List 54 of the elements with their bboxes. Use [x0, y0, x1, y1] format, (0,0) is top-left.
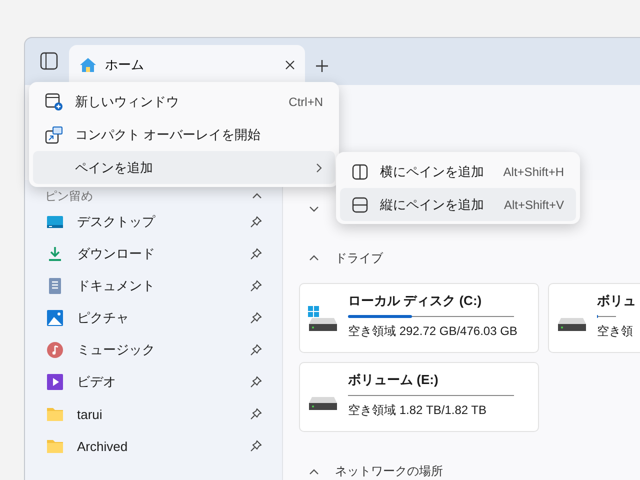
- pin-icon[interactable]: [250, 440, 262, 452]
- expand-icon[interactable]: [309, 204, 319, 214]
- download-icon: [47, 246, 63, 262]
- sidebar-item[interactable]: Archived: [25, 430, 282, 462]
- drive-card[interactable]: ボリューム (E:) 空き領域 1.82 TB/1.82 TB: [299, 362, 539, 432]
- sidebar-item[interactable]: ピクチャ: [25, 302, 282, 334]
- pin-icon[interactable]: [250, 216, 262, 228]
- drive-card[interactable]: ボリュ 空き領: [548, 283, 640, 354]
- free-space: 空き領: [597, 323, 632, 340]
- horizontal-split-icon: [352, 196, 368, 212]
- menu-item[interactable]: 横にペインを追加 Alt+Shift+H: [340, 155, 576, 188]
- sidebar-item[interactable]: デスクトップ: [25, 206, 282, 238]
- pin-icon[interactable]: [250, 312, 262, 324]
- tab[interactable]: ホーム: [69, 45, 305, 85]
- new-window-icon: [45, 92, 63, 110]
- video-icon: [47, 374, 63, 390]
- close-icon[interactable]: [285, 60, 295, 70]
- pin-icon[interactable]: [250, 344, 262, 356]
- menu-item[interactable]: 縦にペインを追加 Alt+Shift+V: [340, 188, 576, 221]
- pin-icon[interactable]: [250, 248, 262, 260]
- desktop-icon: [47, 215, 63, 229]
- free-space: 空き領域 292.72 GB/476.03 GB: [348, 323, 518, 340]
- drive-card[interactable]: ローカル ディスク (C:) 空き領域 292.72 GB/476.03 GB: [299, 283, 539, 354]
- music-icon: [47, 342, 63, 358]
- drive-name: ボリューム (E:): [348, 371, 440, 390]
- sidebar-item[interactable]: ミュージック: [25, 334, 282, 366]
- section-header: ピン留め: [45, 188, 93, 204]
- menu-item[interactable]: コンパクト オーバーレイを開始: [33, 118, 335, 151]
- section-header: ドライブ: [335, 250, 383, 266]
- menu-item[interactable]: ペインを追加: [33, 151, 335, 184]
- collapse-icon[interactable]: [309, 253, 319, 263]
- pin-icon[interactable]: [250, 408, 262, 420]
- collapse-icon[interactable]: [309, 466, 319, 477]
- vertical-split-icon: [352, 164, 368, 180]
- pin-icon[interactable]: [250, 376, 262, 388]
- sidebar-item[interactable]: ビデオ: [25, 366, 282, 398]
- collapse-icon[interactable]: [252, 191, 262, 201]
- picture-icon: [47, 310, 63, 326]
- document-icon: [48, 278, 62, 294]
- overlay-icon: [45, 126, 63, 144]
- drive-name: ローカル ディスク (C:): [348, 292, 483, 310]
- new-tab-button[interactable]: [315, 59, 329, 73]
- sidebar-item[interactable]: ダウンロード: [25, 238, 282, 270]
- sidebar-item[interactable]: tarui: [25, 398, 282, 430]
- folder-icon: [47, 439, 63, 453]
- home-icon: [79, 57, 97, 73]
- sidebar-icon: [40, 52, 58, 70]
- drive-name: ボリュ: [597, 292, 632, 310]
- pin-icon[interactable]: [250, 280, 262, 292]
- menu-item[interactable]: 新しいウィンドウ Ctrl+N: [33, 85, 335, 118]
- folder-icon: [47, 407, 63, 421]
- sidebar-item[interactable]: ドキュメント: [25, 270, 282, 302]
- free-space: 空き領域 1.82 TB/1.82 TB: [348, 402, 488, 420]
- section-header: ネットワークの場所: [335, 463, 443, 480]
